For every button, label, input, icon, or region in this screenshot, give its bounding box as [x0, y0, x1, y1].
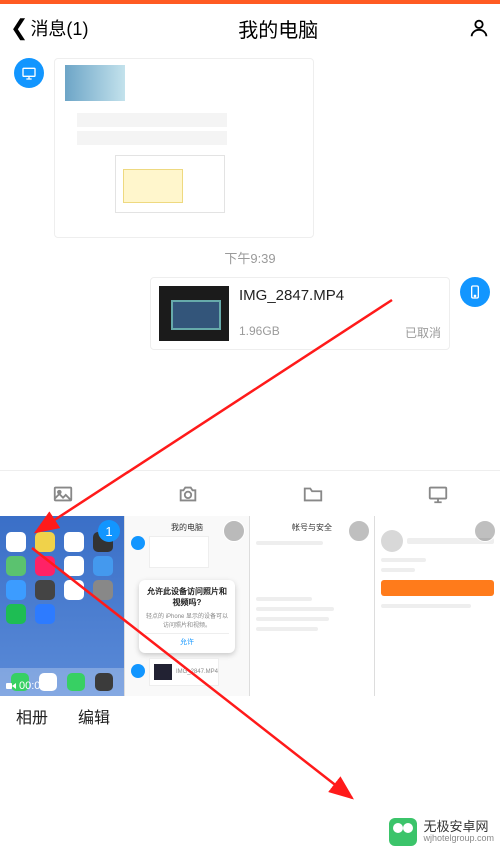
- file-message[interactable]: IMG_2847.MP4 1.96GB 已取消: [150, 277, 450, 350]
- message-outgoing: IMG_2847.MP4 1.96GB 已取消: [10, 277, 490, 350]
- message-incoming: [14, 58, 490, 238]
- watermark: 无极安卓网 wjhotelgroup.com: [389, 818, 494, 846]
- timestamp: 下午9:39: [10, 248, 490, 267]
- file-size: 1.96GB: [239, 324, 280, 341]
- back-button[interactable]: ❮ 消息(1): [10, 15, 88, 41]
- video-icon: [6, 682, 16, 690]
- file-info: IMG_2847.MP4 1.96GB 已取消: [239, 287, 441, 341]
- screen-icon[interactable]: [426, 482, 450, 506]
- gallery-icon[interactable]: [51, 482, 75, 506]
- nav-header: ❮ 消息(1) 我的电脑: [0, 4, 500, 52]
- watermark-name: 无极安卓网: [423, 819, 488, 834]
- permission-dialog: 允许此设备访问照片和视频吗? 轻点的 iPhone 显示的设备可以访问照片和视频…: [139, 580, 235, 653]
- photo-item-2[interactable]: 我的电脑 允许此设备访问照片和视频吗? 轻点的 iPhone 显示的设备可以访问…: [125, 516, 250, 696]
- selection-badge: 1: [98, 520, 120, 542]
- back-label: 消息(1): [30, 15, 88, 41]
- photo-item-4[interactable]: [375, 516, 500, 696]
- chat-area: 下午9:39 IMG_2847.MP4 1.96GB 已取消: [0, 52, 500, 350]
- attachment-toolbar: [0, 470, 500, 516]
- file-status: 已取消: [405, 324, 441, 341]
- file-name: IMG_2847.MP4: [239, 287, 441, 304]
- chevron-left-icon: ❮: [10, 15, 28, 41]
- photo-item-1[interactable]: 1 00:07: [0, 516, 125, 696]
- camera-icon[interactable]: [176, 482, 200, 506]
- image-message[interactable]: [54, 58, 314, 238]
- profile-icon[interactable]: [468, 17, 490, 39]
- photo-item-3[interactable]: 帐号与安全: [250, 516, 375, 696]
- video-thumbnail: [159, 286, 229, 341]
- album-button[interactable]: 相册: [16, 704, 48, 728]
- video-duration: 00:07: [6, 680, 47, 692]
- selection-circle: [348, 520, 370, 542]
- selection-circle: [474, 520, 496, 542]
- page-title: 我的电脑: [88, 14, 468, 43]
- watermark-logo-icon: [389, 818, 417, 846]
- photo-picker: 1 00:07 我的电脑 允许此设备访问照片和视频吗? 轻点的 iPhone 显…: [0, 516, 500, 696]
- phone-avatar-icon[interactable]: [460, 277, 490, 307]
- picker-actions: 相册 编辑: [0, 696, 500, 736]
- folder-icon[interactable]: [301, 482, 325, 506]
- edit-button[interactable]: 编辑: [78, 704, 110, 728]
- pc-avatar-icon[interactable]: [14, 58, 44, 88]
- watermark-url: wjhotelgroup.com: [423, 834, 494, 844]
